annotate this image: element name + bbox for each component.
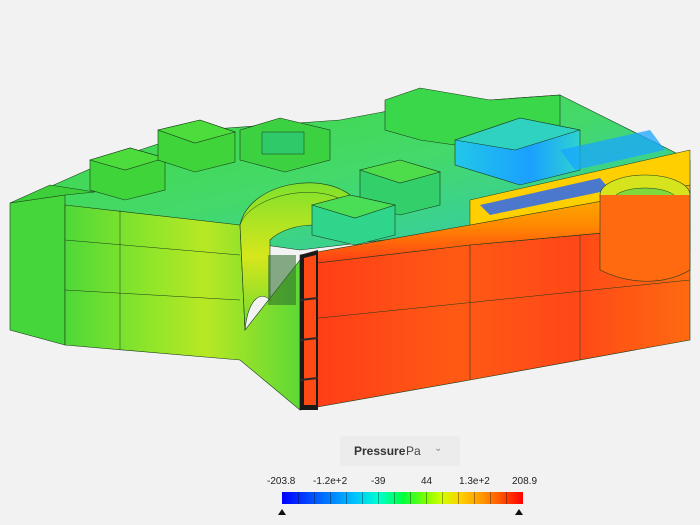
- colorbar: [282, 492, 523, 504]
- curved-wall-shade: [268, 255, 296, 305]
- max-range-handle[interactable]: [515, 509, 523, 515]
- left-block-front: [9, 194, 66, 346]
- unit-select[interactable]: Pa ⌄: [402, 439, 454, 463]
- tick-label: -203.8: [267, 476, 296, 487]
- min-range-handle[interactable]: [278, 509, 286, 515]
- tick-label: 44: [421, 476, 433, 487]
- tick-label: 208.9: [512, 476, 538, 487]
- tick-label: 1.3e+2: [459, 476, 490, 487]
- tick-label: -39: [371, 476, 386, 487]
- chevron-down-icon: ⌄: [434, 443, 443, 454]
- field-label: Pressure: [354, 444, 406, 458]
- field-selector: Pressure Pa ⌄: [340, 436, 460, 466]
- unit-value: Pa: [406, 444, 421, 458]
- colorbar-ticks: -203.8 -1.2e+2 -39 44 1.3e+2 208.9: [262, 476, 542, 490]
- legend-panel: Pressure Pa ⌄ -203.8 -1.2e+2 -39 44 1.3e…: [262, 434, 542, 525]
- result-viewport[interactable]: [0, 0, 700, 430]
- tick-label: -1.2e+2: [313, 476, 348, 487]
